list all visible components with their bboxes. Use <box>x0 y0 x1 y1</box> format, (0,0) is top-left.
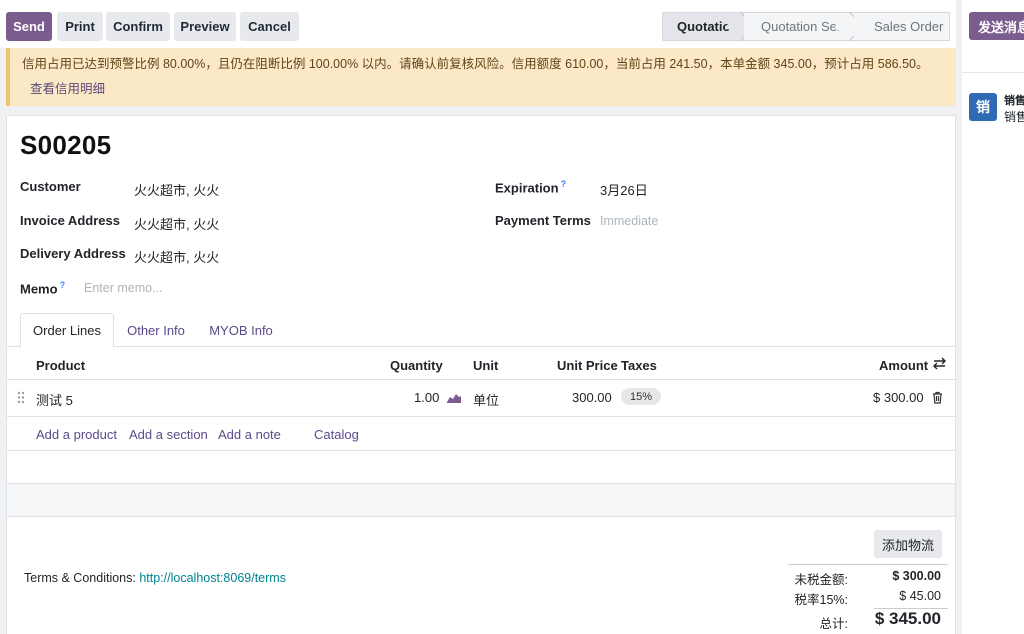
line-unit[interactable]: 单位 <box>473 390 499 409</box>
optional-columns-icon[interactable] <box>933 357 946 370</box>
print-button[interactable]: Print <box>57 12 103 41</box>
untaxed-amount: $ 300.00 <box>892 569 941 583</box>
expiration-field[interactable]: 3月26日 <box>600 180 648 199</box>
column-header-taxes[interactable]: Taxes <box>621 358 657 373</box>
table-header-divider <box>7 379 955 380</box>
row-divider <box>7 416 955 417</box>
empty-row <box>7 484 955 516</box>
alert-message: 信用占用已达到预警比例 80.00%，且仍在阻断比例 100.00% 以内。请确… <box>22 57 929 71</box>
stage-sales-order[interactable]: Sales Order <box>854 12 950 41</box>
untaxed-label: 未税金额: <box>794 573 848 587</box>
message-preview: 销售 <box>1004 110 1024 124</box>
confirm-button[interactable]: Confirm <box>106 12 170 41</box>
invoice-address-label: Invoice Address <box>20 213 120 228</box>
message-author: 销售 <box>1004 95 1024 107</box>
expiration-label-text: Expiration <box>495 180 559 196</box>
invoice-address-field[interactable]: 火火超市, 火火 <box>134 214 219 233</box>
add-section-link[interactable]: Add a section <box>129 427 208 442</box>
column-header-amount[interactable]: Amount <box>879 358 928 373</box>
column-header-unit[interactable]: Unit <box>473 358 498 373</box>
memo-label-text: Memo <box>20 281 58 297</box>
delivery-address-label: Delivery Address <box>20 246 126 261</box>
add-shipping-button[interactable]: 添加物流 <box>874 530 942 558</box>
chatter-panel: 发送消息 销 销售 销售 <box>962 0 1024 634</box>
send-button[interactable]: Send <box>6 12 52 41</box>
chatter-divider <box>962 72 1024 73</box>
tax-amount: $ 45.00 <box>899 589 941 603</box>
tab-other-info[interactable]: Other Info <box>114 313 198 347</box>
help-icon[interactable]: ? <box>561 179 567 189</box>
add-product-link[interactable]: Add a product <box>36 427 117 442</box>
column-header-unit-price[interactable]: Unit Price <box>557 358 618 373</box>
tab-order-lines[interactable]: Order Lines <box>20 313 114 348</box>
send-message-button[interactable]: 发送消息 <box>969 12 1024 40</box>
status-bar: Quotation Quotation Sent Sales Order <box>662 11 950 42</box>
notebook-tabs: Order Lines Other Info MYOB Info <box>7 313 955 348</box>
delivery-address-field[interactable]: 火火超市, 火火 <box>134 247 219 266</box>
tax-badge[interactable]: 15% <box>621 388 661 405</box>
stage-quotation-sent[interactable]: Quotation Sent <box>744 11 865 42</box>
column-header-quantity[interactable]: Quantity <box>390 358 443 373</box>
tax-label: 税率15%: <box>794 593 849 607</box>
line-unit-price[interactable]: 300.00 <box>572 390 612 405</box>
payment-terms-field[interactable]: Immediate <box>600 214 658 228</box>
memo-input[interactable]: Enter memo... <box>84 281 163 295</box>
stage-label: Sales Order <box>874 19 944 34</box>
page-title: S00205 <box>20 130 112 160</box>
terms-link[interactable]: http://localhost:8069/terms <box>139 571 286 585</box>
expiration-label: Expiration? <box>495 179 566 195</box>
form-sheet: S00205 Customer 火火超市, 火火 Invoice Address… <box>6 115 956 634</box>
terms-and-conditions: Terms & Conditions: http://localhost:806… <box>24 571 286 585</box>
help-icon[interactable]: ? <box>60 280 66 290</box>
row-divider <box>7 516 955 517</box>
tab-myob-info[interactable]: MYOB Info <box>200 313 282 347</box>
payment-terms-label: Payment Terms <box>495 213 591 228</box>
totals-summary: 未税金额: $ 300.00 税率15%: $ 45.00 总计: $ 345.… <box>788 564 948 631</box>
total-amount: $ 345.00 <box>874 609 941 628</box>
terms-label: Terms & Conditions: <box>24 571 136 585</box>
stage-quotation[interactable]: Quotation <box>662 11 756 42</box>
avatar[interactable]: 销 <box>969 93 997 121</box>
trash-icon[interactable] <box>932 391 943 404</box>
cancel-button[interactable]: Cancel <box>240 12 299 41</box>
customer-field[interactable]: 火火超市, 火火 <box>134 180 219 199</box>
preview-button[interactable]: Preview <box>174 12 236 41</box>
add-note-link[interactable]: Add a note <box>218 427 281 442</box>
line-amount: $ 300.00 <box>873 390 924 405</box>
total-label: 总计: <box>819 617 848 631</box>
line-quantity[interactable]: 1.00 <box>414 390 439 405</box>
control-panel: Send Print Confirm Preview Cancel Quotat… <box>0 0 956 48</box>
catalog-link[interactable]: Catalog <box>314 427 359 442</box>
row-divider <box>7 450 955 451</box>
memo-label: Memo? <box>20 280 65 296</box>
column-header-product[interactable]: Product <box>36 358 85 373</box>
customer-label: Customer <box>20 179 81 194</box>
forecast-chart-icon[interactable] <box>447 392 461 403</box>
line-product[interactable]: 测试 5 <box>36 390 73 409</box>
credit-warning-alert: 信用占用已达到预警比例 80.00%，且仍在阻断比例 100.00% 以内。请确… <box>6 48 956 106</box>
credit-detail-link[interactable]: 查看信用明细 <box>30 78 944 97</box>
drag-handle-icon[interactable] <box>17 391 25 404</box>
